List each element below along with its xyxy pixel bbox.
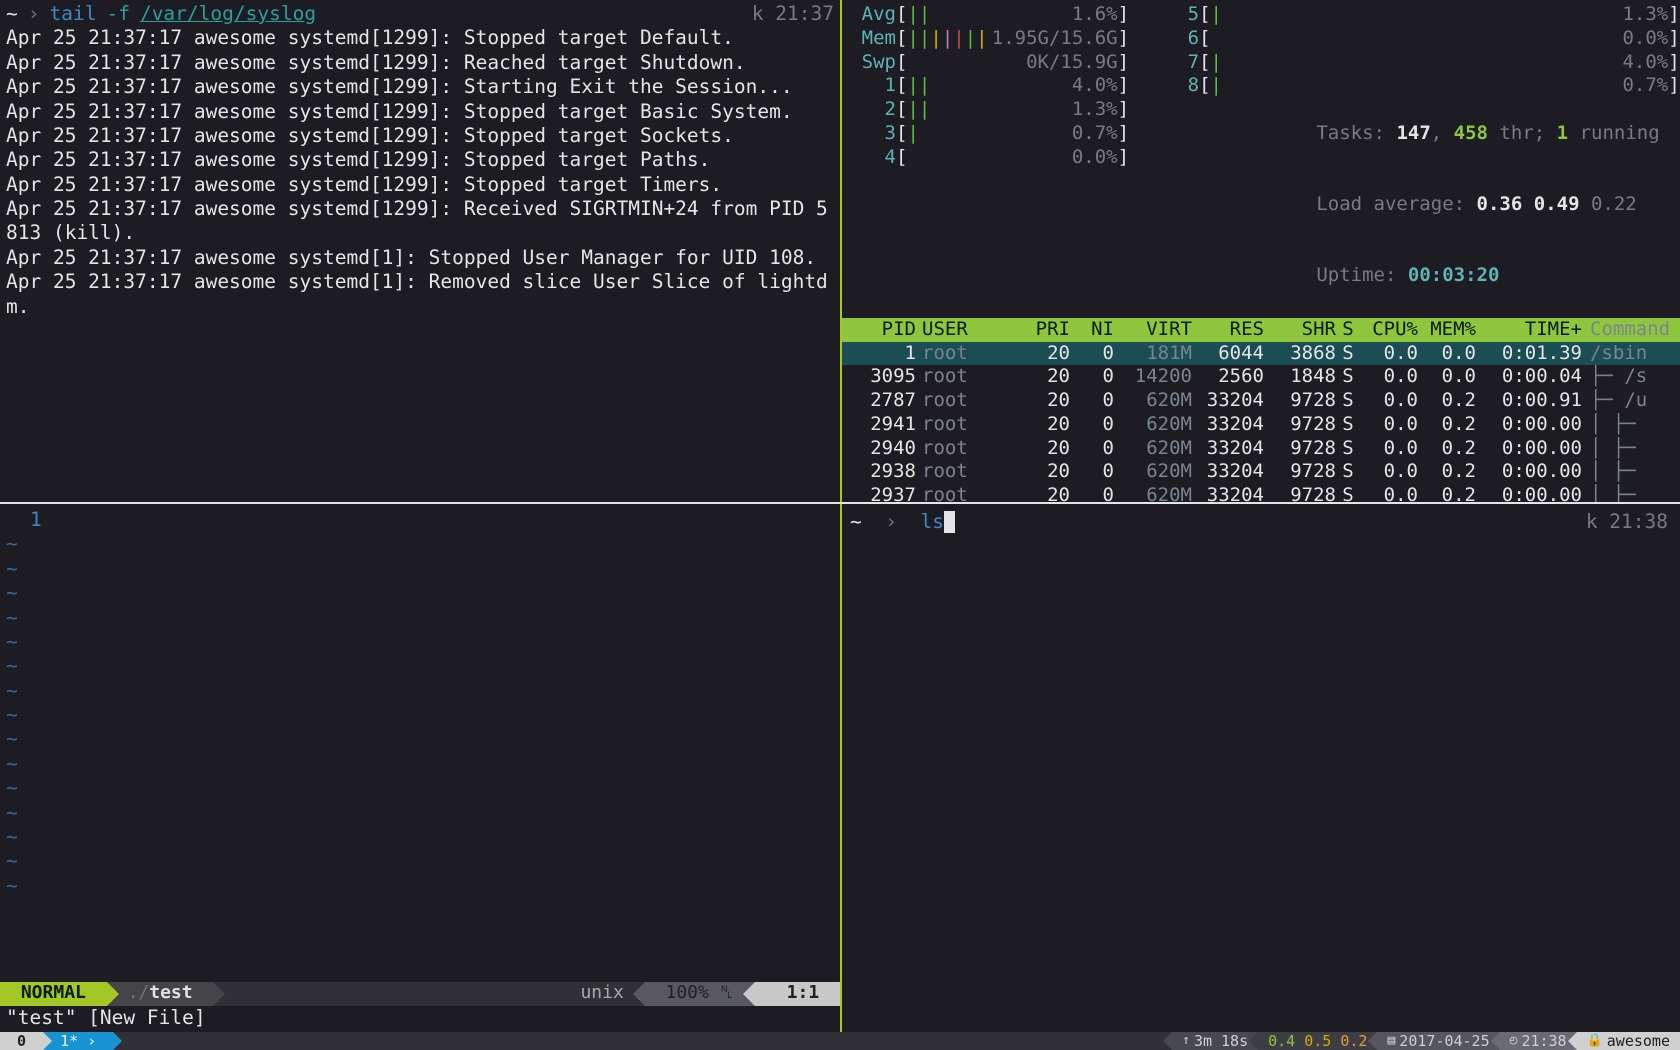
process-row[interactable]: 2787root200620M332049728S0.00.20:00.91├─… <box>842 389 1680 413</box>
col-pid[interactable]: PID <box>854 318 916 342</box>
col-user[interactable]: USER <box>916 318 996 342</box>
tmux-load: 0.4 0.5 0.2 <box>1258 1032 1377 1050</box>
vim-statusline: NORMAL ./test unix 100% ␤ 1:1 <box>0 982 840 1006</box>
pane-vim[interactable]: 1 ~~~~~~~~~~~~~~~ NORMAL ./test unix 100… <box>0 504 840 1032</box>
syslog-line: Apr 25 21:37:17 awesome systemd[1299]: R… <box>6 51 834 75</box>
vim-empty-line: ~ <box>6 532 840 556</box>
vim-pct: 100% ␤ <box>645 982 755 1006</box>
shell-cmd: ls <box>920 510 943 533</box>
lock-icon: 🔒 <box>1587 1033 1607 1049</box>
vim-empty-line: ~ <box>6 825 840 849</box>
shell-right-status: k 21:38 <box>1586 510 1668 534</box>
syslog-line: Apr 25 21:37:17 awesome systemd[1299]: R… <box>6 197 834 246</box>
tmux-uptime: ↑3m 18s <box>1172 1032 1258 1050</box>
tail-prompt: ~ › tail -f /var/log/syslog k 21:37 <box>0 0 840 26</box>
tmux-host: 🔒awesome <box>1577 1032 1680 1050</box>
vim-buffer[interactable]: 1 ~~~~~~~~~~~~~~~ <box>0 504 840 982</box>
col-cmd[interactable]: Command <box>1582 318 1674 342</box>
prompt-marker-icon: › <box>28 2 40 26</box>
vim-empty-line: ~ <box>6 849 840 873</box>
pane-shell[interactable]: ~ › ls k 21:38 <box>840 504 1680 1032</box>
syslog-line: Apr 25 21:37:17 awesome systemd[1299]: S… <box>6 124 834 148</box>
vim-empty-line: ~ <box>6 679 840 703</box>
col-cpu[interactable]: CPU% <box>1360 318 1418 342</box>
tmux-time: ◴21:38 <box>1500 1032 1577 1050</box>
tail-path: /var/log/syslog <box>140 2 316 26</box>
arrow-up-icon: ↑ <box>1182 1033 1194 1049</box>
process-row[interactable]: 2938root200620M332049728S0.00.20:00.00│ … <box>842 460 1680 484</box>
meter-5: 5[|1.3%] <box>1159 3 1680 27</box>
meter-8: 8[|0.7%] <box>1159 74 1680 98</box>
tmux-window-1[interactable]: 1* › <box>43 1032 113 1050</box>
vim-pos: 1:1 <box>755 982 840 1006</box>
vim-empty-line: ~ <box>6 581 840 605</box>
meter-2: 2[||1.3%] <box>856 98 1129 122</box>
vim-empty-line: ~ <box>6 776 840 800</box>
syslog-line: Apr 25 21:37:17 awesome systemd[1299]: S… <box>6 26 834 50</box>
vim-empty-line: ~ <box>6 874 840 898</box>
vim-message: "test" [New File] <box>0 1006 840 1032</box>
meter-Avg: Avg[||1.6%] <box>856 3 1129 27</box>
meter-7: 7[|4.0%] <box>1159 51 1680 75</box>
vim-mode: NORMAL <box>0 982 107 1006</box>
clock-icon: ◴ <box>1510 1033 1522 1049</box>
htop-uptime: Uptime: 00:03:20 <box>1159 241 1680 312</box>
vim-file-seg: ./test <box>107 982 214 1006</box>
tmux-statusbar[interactable]: 0 1* › ↑3m 18s 0.4 0.5 0.2 ▤2017-04-25 ◴… <box>0 1032 1680 1050</box>
prompt-marker-icon: › <box>885 510 897 533</box>
process-row[interactable]: 3095root2001420025601848S0.00.00:00.04├─… <box>842 365 1680 389</box>
syslog-output: Apr 25 21:37:17 awesome systemd[1299]: S… <box>0 26 840 323</box>
process-row[interactable]: 2940root200620M332049728S0.00.20:00.00│ … <box>842 437 1680 461</box>
col-pri[interactable]: PRI <box>996 318 1070 342</box>
vim-empty-line: ~ <box>6 630 840 654</box>
meter-3: 3[|0.7%] <box>856 122 1129 146</box>
prompt-dir: ~ <box>6 2 18 26</box>
tmux-date: ▤2017-04-25 <box>1377 1032 1499 1050</box>
process-row[interactable]: 2937root200620M332049728S0.00.20:00.00│ … <box>842 484 1680 502</box>
syslog-line: Apr 25 21:37:17 awesome systemd[1]: Stop… <box>6 246 834 270</box>
col-virt[interactable]: VIRT <box>1114 318 1192 342</box>
meter-1: 1[||4.0%] <box>856 74 1129 98</box>
col-ni[interactable]: NI <box>1070 318 1114 342</box>
shell-prompt-dir: ~ <box>850 510 862 533</box>
meter-6: 6[0.0%] <box>1159 27 1680 51</box>
tail-right-status: k 21:37 <box>752 2 834 26</box>
meter-Mem: Mem[|||||||1.95G/15.6G] <box>856 27 1129 51</box>
meter-4: 4[0.0%] <box>856 146 1129 170</box>
col-mem[interactable]: MEM% <box>1418 318 1476 342</box>
vim-empty-line: ~ <box>6 727 840 751</box>
htop-load: Load average: 0.36 0.49 0.22 <box>1159 169 1680 240</box>
cursor-icon <box>944 511 955 533</box>
pane-tail[interactable]: ~ › tail -f /var/log/syslog k 21:37 Apr … <box>0 0 840 502</box>
vim-lineno: 1 <box>6 508 42 531</box>
syslog-line: Apr 25 21:37:17 awesome systemd[1299]: S… <box>6 75 834 99</box>
syslog-line: Apr 25 21:37:17 awesome systemd[1299]: S… <box>6 173 834 197</box>
meter-Swp: Swp[0K/15.9G] <box>856 51 1129 75</box>
htop-tasks: Tasks: 147, 458 thr; 1 running <box>1159 98 1680 169</box>
calendar-icon: ▤ <box>1387 1033 1399 1049</box>
vim-empty-line: ~ <box>6 801 840 825</box>
tail-cmd: tail <box>50 2 97 26</box>
col-s[interactable]: S <box>1336 318 1360 342</box>
syslog-line: Apr 25 21:37:17 awesome systemd[1299]: S… <box>6 148 834 172</box>
vim-empty-line: ~ <box>6 606 840 630</box>
col-shr[interactable]: SHR <box>1264 318 1336 342</box>
col-time[interactable]: TIME+ <box>1476 318 1582 342</box>
tmux-session[interactable]: 0 <box>0 1032 43 1050</box>
tail-arg: -f <box>106 2 129 26</box>
vim-empty-line: ~ <box>6 703 840 727</box>
pane-htop[interactable]: Avg[||1.6%]Mem[|||||||1.95G/15.6G]Swp[0K… <box>840 0 1680 502</box>
process-row[interactable]: 1root200181M60443868S0.00.00:01.39/sbin <box>842 342 1680 366</box>
col-res[interactable]: RES <box>1192 318 1264 342</box>
vim-empty-line: ~ <box>6 752 840 776</box>
htop-header[interactable]: PID USER PRI NI VIRT RES SHR S CPU% MEM%… <box>842 318 1680 342</box>
process-row[interactable]: 2941root200620M332049728S0.00.20:00.00│ … <box>842 413 1680 437</box>
vim-empty-line: ~ <box>6 654 840 678</box>
vim-empty-line: ~ <box>6 557 840 581</box>
syslog-line: Apr 25 21:37:17 awesome systemd[1299]: S… <box>6 100 834 124</box>
syslog-line: Apr 25 21:37:17 awesome systemd[1]: Remo… <box>6 270 834 319</box>
